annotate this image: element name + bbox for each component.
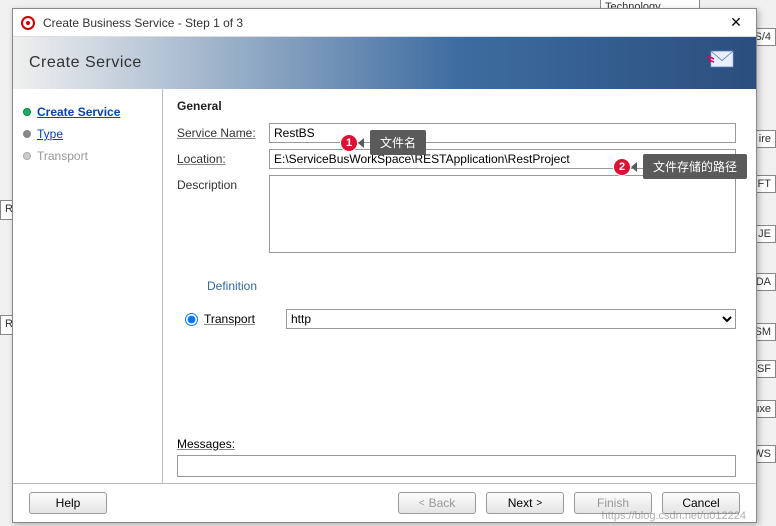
messages-label: Messages:: [177, 437, 736, 451]
wizard-dialog: Create Business Service - Step 1 of 3 ✕ …: [12, 8, 757, 523]
step-type[interactable]: Type: [23, 123, 152, 145]
definition-section-title: Definition: [207, 279, 736, 295]
wizard-steps-sidebar: Create Service Type Transport: [13, 89, 163, 483]
next-button[interactable]: Next>: [486, 492, 564, 514]
oracle-icon: [21, 16, 35, 30]
annotation-badge: 1: [340, 134, 358, 152]
step-label: Type: [37, 127, 63, 141]
window-title: Create Business Service - Step 1 of 3: [43, 16, 724, 30]
messages-box: [177, 455, 736, 477]
step-dot-icon: [23, 108, 31, 116]
step-create-service[interactable]: Create Service: [23, 101, 152, 123]
general-section-title: General: [177, 99, 736, 113]
content-panel: General Service Name: Location: Descript…: [163, 89, 756, 483]
banner-heading: Create Service: [29, 54, 142, 72]
step-label: Create Service: [37, 105, 120, 119]
mail-icon: [706, 47, 738, 71]
description-label: Description: [177, 175, 269, 192]
step-label: Transport: [37, 149, 88, 163]
watermark: https://blog.csdn.net/u012224: [602, 510, 746, 522]
service-name-label: Service Name:: [177, 123, 269, 140]
chevron-right-icon: >: [536, 498, 542, 509]
back-button[interactable]: <Back: [398, 492, 476, 514]
annotation-text: 文件名: [370, 130, 426, 155]
help-button[interactable]: Help: [29, 492, 107, 514]
step-transport: Transport: [23, 145, 152, 167]
bg-frag: ire: [754, 130, 776, 148]
transport-label: Transport: [204, 312, 280, 326]
titlebar: Create Business Service - Step 1 of 3 ✕: [13, 9, 756, 37]
step-dot-icon: [23, 130, 31, 138]
description-textarea[interactable]: [269, 175, 736, 253]
step-dot-icon: [23, 152, 31, 160]
annotation-1: 1 文件名: [340, 130, 426, 155]
annotation-text: 文件存储的路径: [643, 154, 747, 179]
transport-radio[interactable]: [185, 313, 198, 326]
banner: Create Service: [13, 37, 756, 89]
close-icon[interactable]: ✕: [724, 14, 748, 31]
annotation-2: 2 文件存储的路径: [613, 154, 747, 179]
chevron-left-icon: <: [419, 498, 425, 509]
location-label: Location:: [177, 149, 269, 166]
transport-select[interactable]: http: [286, 309, 736, 329]
annotation-badge: 2: [613, 158, 631, 176]
